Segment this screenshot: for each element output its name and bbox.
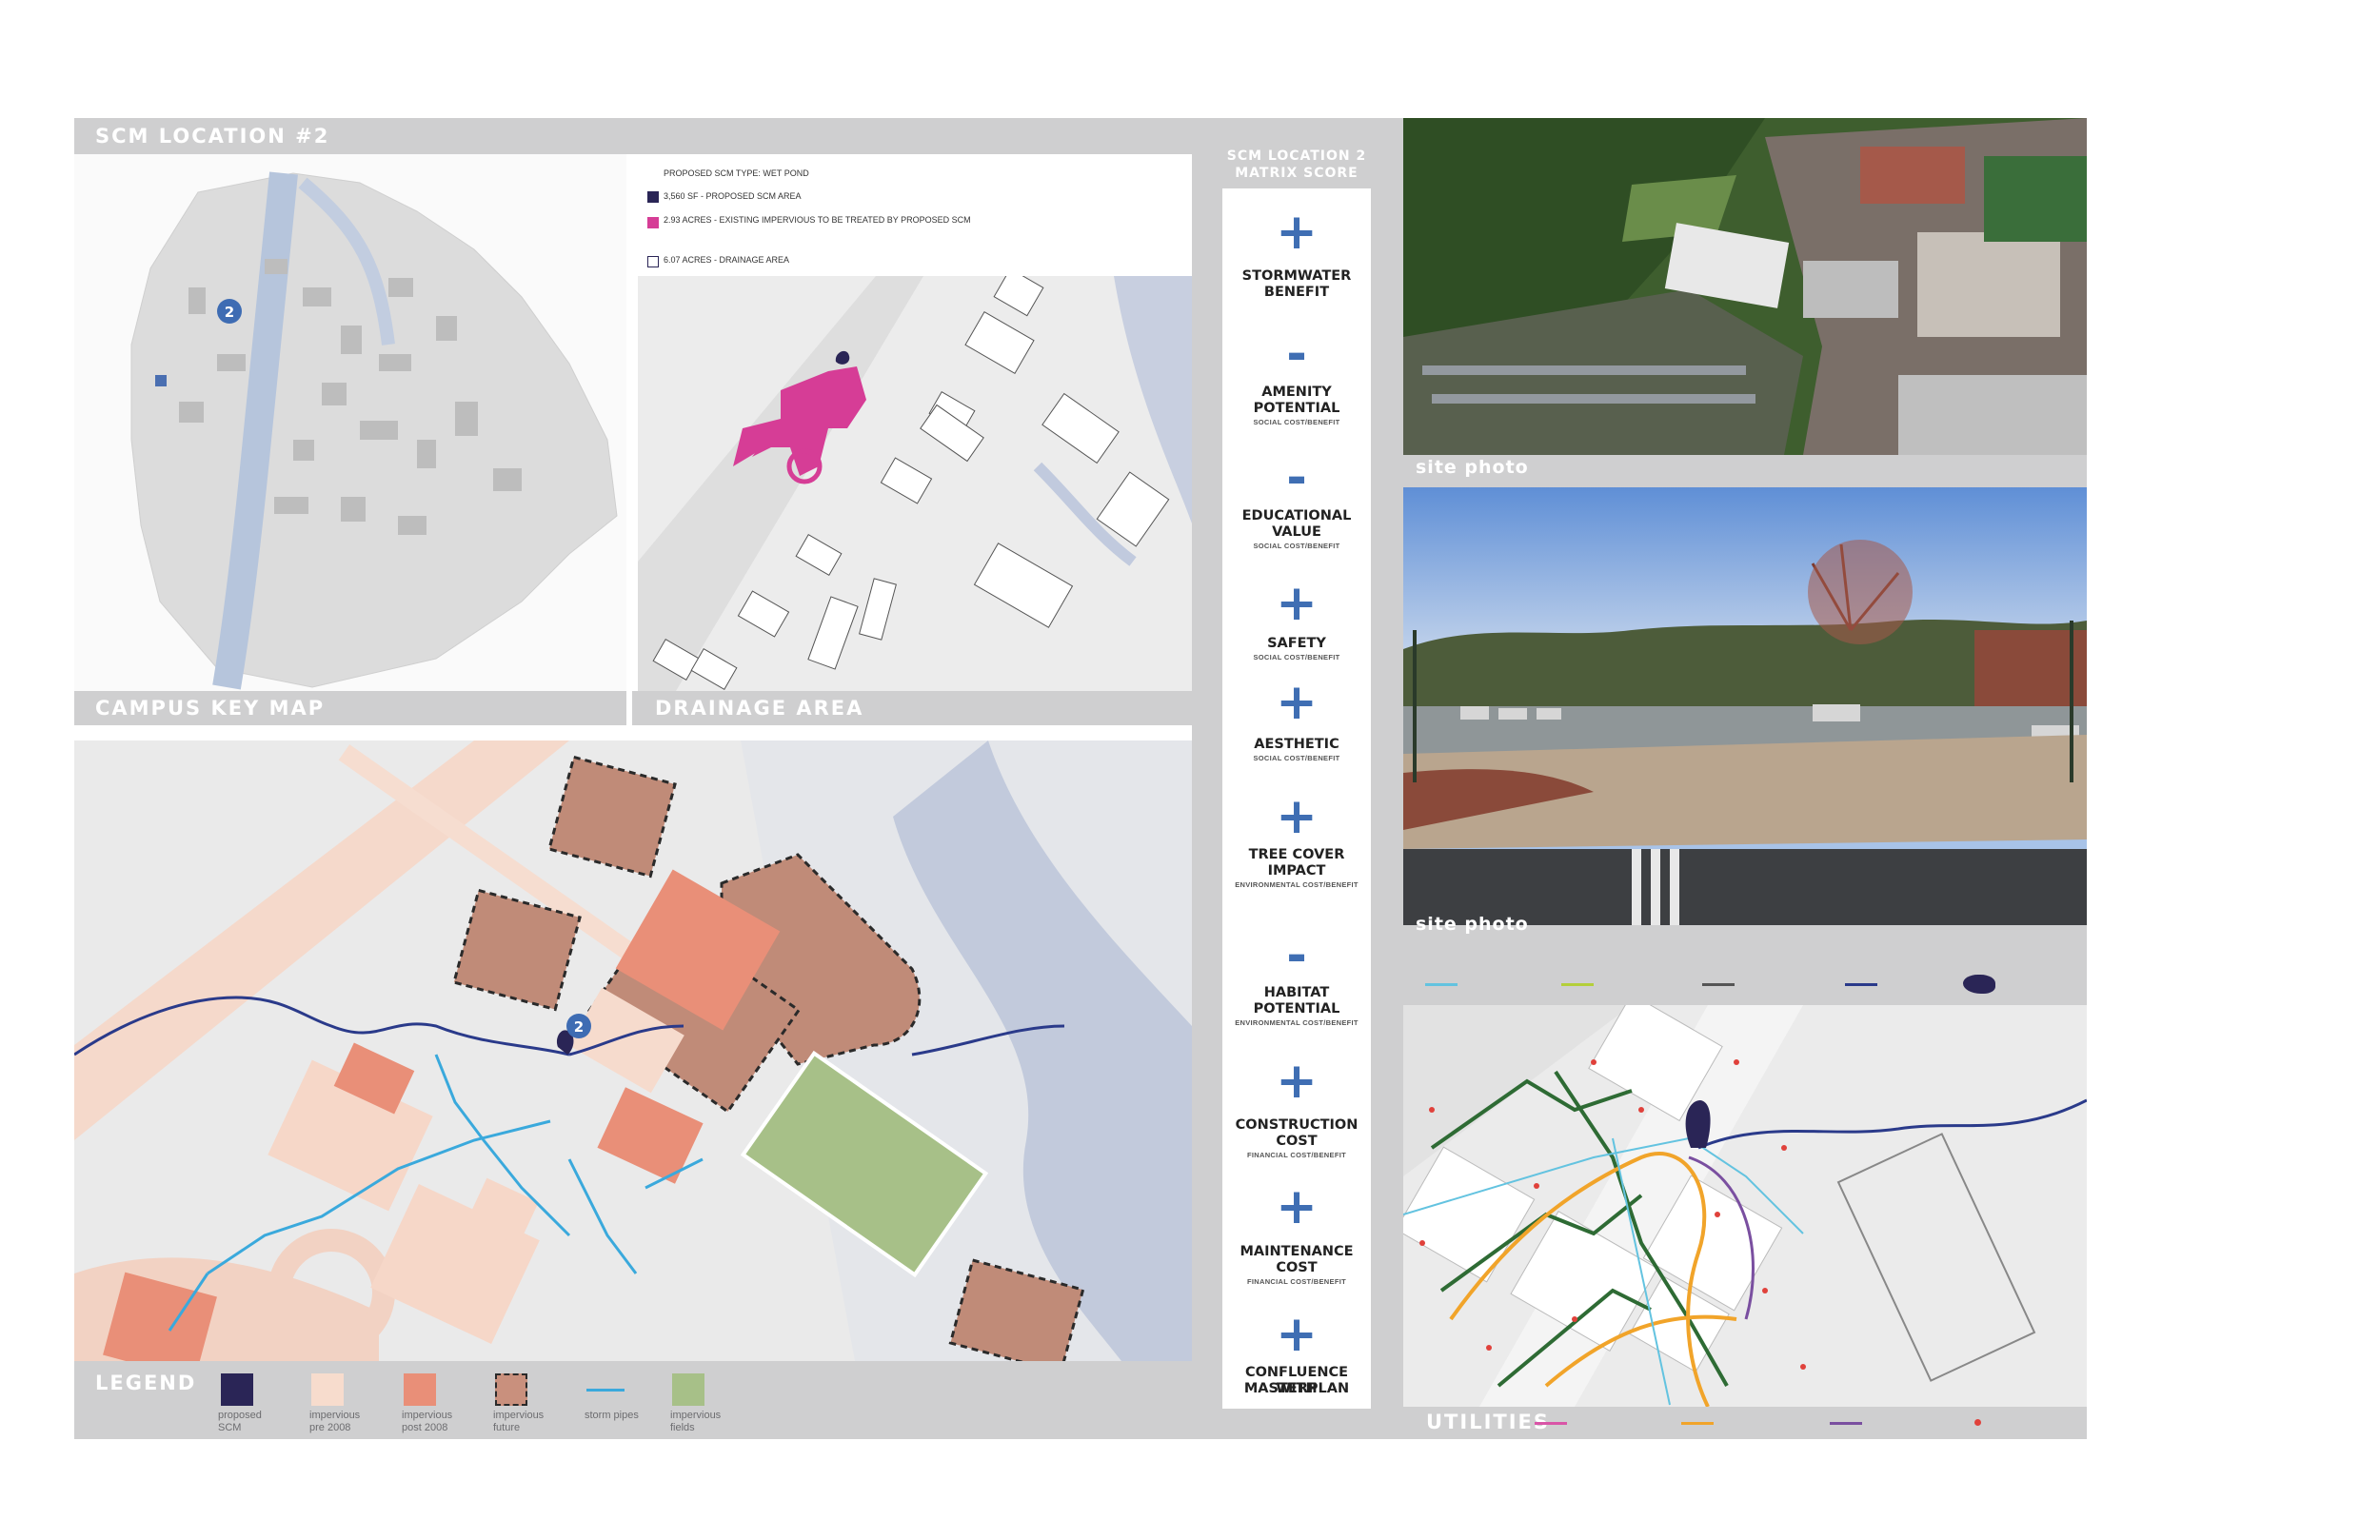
legend-swatch-storm-pipes bbox=[586, 1389, 625, 1392]
legend-label-storm-pipes: storm pipes bbox=[585, 1410, 639, 1421]
matrix-label-tree-cover-2: IMPACT bbox=[1267, 863, 1326, 879]
utilities-label: UTILITIES bbox=[1426, 1411, 1550, 1433]
utility-scm-shape bbox=[1963, 975, 1995, 994]
aerial-site-photo bbox=[1403, 118, 2087, 455]
scm-type-text: PROPOSED SCM TYPE: WET POND bbox=[664, 168, 809, 178]
legend-title: LEGEND bbox=[95, 1372, 197, 1394]
matrix-label-habitat-2: POTENTIAL bbox=[1253, 1001, 1340, 1017]
matrix-label-maintenance-2: COST bbox=[1276, 1260, 1318, 1275]
legend-label-impervious-post-1: impervious bbox=[402, 1410, 453, 1421]
matrix-label-amenity-2: POTENTIAL bbox=[1253, 401, 1340, 416]
street-photo-svg bbox=[1403, 487, 2087, 925]
matrix-sub-safety: SOCIAL COST/BENEFIT bbox=[1253, 653, 1340, 661]
legend-label-proposed-scm-2: SCM bbox=[218, 1422, 242, 1433]
legend-label-impervious-future-2: future bbox=[493, 1422, 521, 1433]
matrix-sub-maintenance: FINANCIAL COST/BENEFIT bbox=[1247, 1277, 1346, 1286]
street-site-photo bbox=[1403, 487, 2087, 925]
matrix-score-column: + STORMWATER BENEFIT - AMENITY POTENTIAL… bbox=[1222, 188, 1371, 1409]
matrix-sign-construction: + bbox=[1276, 1053, 1318, 1110]
street-photo-label: site photo bbox=[1416, 914, 1529, 935]
legend-swatch-impervious-fields bbox=[672, 1373, 704, 1406]
matrix-sign-habitat: - bbox=[1286, 927, 1307, 984]
matrix-sub-tree-cover: ENVIRONMENTAL COST/BENEFIT bbox=[1235, 880, 1359, 889]
utility-line-comm bbox=[1702, 983, 1735, 986]
matrix-sign-confluence: + bbox=[1276, 1306, 1318, 1363]
map-marker-small: 2 bbox=[225, 304, 234, 321]
matrix-label-stormwater-1: STORMWATER bbox=[1241, 268, 1352, 284]
legend-label-impervious-future-1: impervious bbox=[493, 1410, 545, 1421]
matrix-label-safety-1: SAFETY bbox=[1267, 636, 1326, 651]
matrix-sub-construction: FINANCIAL COST/BENEFIT bbox=[1247, 1151, 1346, 1159]
legend-swatch-proposed-scm bbox=[221, 1373, 253, 1406]
utility-line-storm bbox=[1425, 983, 1458, 986]
matrix-sign-tree-cover: + bbox=[1276, 788, 1318, 845]
drainage-text: 6.07 ACRES - DRAINAGE AREA bbox=[664, 255, 790, 265]
campus-map-svg: 2 bbox=[74, 154, 626, 691]
legend-label-impervious-fields-2: fields bbox=[670, 1422, 695, 1433]
drainage-map-svg bbox=[638, 276, 1192, 691]
drainage-area-label: DRAINAGE AREA bbox=[655, 697, 864, 720]
matrix-label-stormwater-2: BENEFIT bbox=[1263, 285, 1330, 300]
utility-line-steam bbox=[1830, 1422, 1862, 1425]
campus-key-map-label: CAMPUS KEY MAP bbox=[95, 697, 326, 720]
aerial-photo-svg bbox=[1403, 118, 2087, 455]
legend-swatch-impervious-pre bbox=[311, 1373, 344, 1406]
legend-label-impervious-pre-2: pre 2008 bbox=[309, 1422, 351, 1433]
legend-swatch-impervious-future bbox=[495, 1373, 527, 1406]
matrix-label-aesthetic-1: AESTHETIC bbox=[1254, 737, 1339, 752]
matrix-sub-educational: SOCIAL COST/BENEFIT bbox=[1253, 542, 1340, 550]
legend-label-impervious-fields-1: impervious bbox=[670, 1410, 722, 1421]
scm-area-swatch bbox=[647, 191, 659, 203]
drainage-swatch bbox=[647, 256, 659, 267]
matrix-sub-amenity: SOCIAL COST/BENEFIT bbox=[1253, 418, 1340, 426]
matrix-sign-aesthetic: + bbox=[1276, 674, 1318, 731]
matrix-title-line2: MATRIX SCORE bbox=[1235, 166, 1359, 181]
utility-pole-dot bbox=[1974, 1419, 1981, 1426]
matrix-label-tree-cover-1: TREE COVER bbox=[1248, 847, 1345, 862]
matrix-label-construction-1: CONSTRUCTION bbox=[1235, 1117, 1359, 1133]
legend-label-impervious-post-2: post 2008 bbox=[402, 1422, 448, 1433]
matrix-label-confluence-2: MASTERPLAN bbox=[1243, 1381, 1350, 1396]
location-title: SCM LOCATION #2 bbox=[95, 125, 330, 148]
detail-site-map: 2 bbox=[74, 740, 1192, 1361]
matrix-sign-amenity: - bbox=[1286, 326, 1307, 383]
impervious-text: 2.93 ACRES - EXISTING IMPERVIOUS TO BE T… bbox=[664, 215, 971, 225]
scm-area-text: 3,560 SF - PROPOSED SCM AREA bbox=[664, 191, 802, 201]
matrix-label-educational-2: VALUE bbox=[1272, 524, 1321, 540]
matrix-label-amenity-1: AMENITY bbox=[1261, 385, 1332, 400]
matrix-label-maintenance-1: MAINTENANCE bbox=[1240, 1244, 1354, 1259]
matrix-sub-habitat: ENVIRONMENTAL COST/BENEFIT bbox=[1235, 1018, 1359, 1027]
matrix-sign-educational: - bbox=[1286, 449, 1307, 506]
matrix-sign-stormwater: + bbox=[1276, 204, 1318, 261]
aerial-photo-label: site photo bbox=[1416, 457, 1529, 478]
utility-line-electric bbox=[1681, 1422, 1714, 1425]
drainage-area-map bbox=[638, 276, 1192, 691]
matrix-label-construction-2: COST bbox=[1276, 1134, 1318, 1149]
legend-swatch-impervious-post bbox=[404, 1373, 436, 1406]
map-marker-large: 2 bbox=[574, 1018, 584, 1036]
legend-label-proposed-scm-1: proposed bbox=[218, 1410, 262, 1421]
campus-key-map: 2 bbox=[74, 154, 626, 691]
utility-line-water bbox=[1845, 983, 1877, 986]
utilities-map bbox=[1403, 1005, 2087, 1407]
matrix-label-habitat-1: HABITAT bbox=[1263, 985, 1330, 1000]
impervious-swatch bbox=[647, 217, 659, 228]
legend-label-impervious-pre-1: impervious bbox=[309, 1410, 361, 1421]
matrix-label-educational-1: EDUCATIONAL bbox=[1241, 508, 1352, 523]
matrix-sign-maintenance: + bbox=[1276, 1178, 1318, 1235]
utility-line-gas bbox=[1535, 1422, 1567, 1425]
utilities-map-svg bbox=[1403, 1005, 2087, 1407]
utility-line-sewer bbox=[1561, 983, 1594, 986]
matrix-sign-safety: + bbox=[1276, 575, 1318, 632]
detail-map-svg: 2 bbox=[74, 740, 1192, 1361]
matrix-sub-aesthetic: SOCIAL COST/BENEFIT bbox=[1253, 754, 1340, 762]
matrix-title-line1: SCM LOCATION 2 bbox=[1226, 148, 1367, 164]
